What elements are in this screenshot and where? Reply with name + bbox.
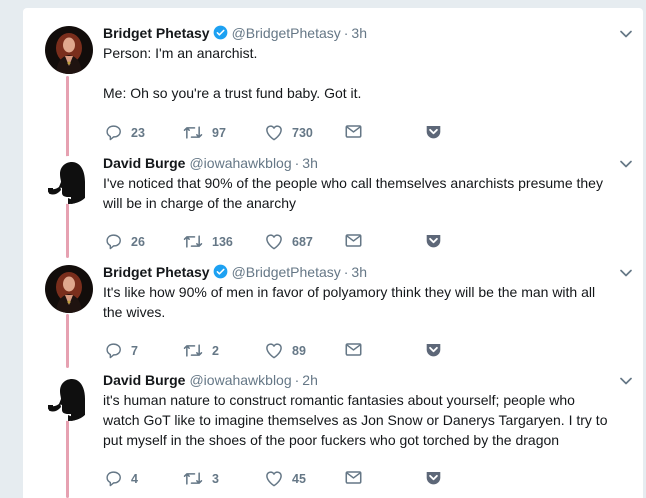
reply-button[interactable]: 7	[105, 342, 138, 359]
reply-count: 23	[131, 125, 145, 140]
author-name[interactable]: David Burge	[103, 372, 185, 388]
tweet-header: Bridget Phetasy @BridgetPhetasy · 3h	[103, 262, 367, 284]
tweet-text: it's human nature to construct romantic …	[103, 392, 608, 448]
reply-icon	[105, 233, 122, 250]
avatar[interactable]	[45, 373, 93, 421]
retweet-button[interactable]: 3	[183, 470, 219, 487]
timestamp[interactable]: 3h	[302, 155, 318, 171]
like-count: 687	[292, 234, 313, 249]
like-icon	[265, 470, 283, 487]
avatar[interactable]	[45, 156, 93, 204]
avatar[interactable]	[45, 26, 93, 74]
like-button[interactable]: 730	[265, 124, 313, 141]
author-name[interactable]: David Burge	[103, 155, 185, 171]
tweet-text: I've noticed that 90% of the people who …	[103, 175, 603, 211]
retweet-icon	[183, 342, 203, 359]
retweet-icon	[183, 470, 203, 487]
retweet-count: 2	[212, 343, 219, 358]
timestamp[interactable]: 3h	[351, 25, 367, 41]
author-handle[interactable]: @iowahawkblog	[189, 155, 291, 171]
reply-count: 4	[131, 471, 138, 486]
tweet-thread-card: Bridget Phetasy @BridgetPhetasy · 3h Person…	[23, 8, 643, 498]
tweet-text: Person: I'm an anarchist. Me: Oh so you'…	[103, 45, 362, 101]
like-icon	[265, 233, 283, 250]
retweet-button[interactable]: 97	[183, 124, 226, 141]
like-button[interactable]: 89	[265, 342, 306, 359]
like-icon	[265, 342, 283, 359]
thread-connector	[66, 314, 69, 368]
avatar[interactable]	[45, 265, 93, 313]
thread-connector	[66, 196, 69, 258]
timestamp[interactable]: 3h	[351, 264, 367, 280]
retweet-button[interactable]: 2	[183, 342, 219, 359]
pocket-icon[interactable]	[425, 233, 442, 249]
verified-badge-icon	[213, 264, 228, 284]
retweet-count: 3	[212, 471, 219, 486]
author-handle[interactable]: @iowahawkblog	[189, 372, 291, 388]
retweet-button[interactable]: 136	[183, 233, 233, 250]
like-button[interactable]: 45	[265, 470, 306, 487]
thread-connector	[66, 76, 69, 161]
reply-count: 7	[131, 343, 138, 358]
reply-icon	[105, 342, 122, 359]
message-icon[interactable]	[345, 470, 362, 485]
retweet-count: 136	[212, 234, 233, 249]
author-name[interactable]: Bridget Phetasy	[103, 25, 210, 41]
like-count: 730	[292, 125, 313, 140]
verified-badge-icon	[213, 25, 228, 45]
retweet-icon	[183, 124, 203, 141]
message-icon[interactable]	[345, 233, 362, 248]
like-icon	[265, 124, 283, 141]
like-count: 89	[292, 343, 306, 358]
message-icon[interactable]	[345, 342, 362, 357]
retweet-count: 97	[212, 125, 226, 140]
timestamp[interactable]: 2h	[302, 372, 318, 388]
thread-connector	[66, 420, 69, 498]
retweet-icon	[183, 233, 203, 250]
reply-icon	[105, 470, 122, 487]
author-name[interactable]: Bridget Phetasy	[103, 264, 210, 280]
tweet-header: David Burge @iowahawkblog · 3h	[103, 155, 318, 171]
reply-icon	[105, 124, 122, 141]
pocket-icon[interactable]	[425, 124, 442, 140]
reply-button[interactable]: 4	[105, 470, 138, 487]
message-icon[interactable]	[345, 124, 362, 139]
tweet-header: Bridget Phetasy @BridgetPhetasy · 3h	[103, 23, 367, 45]
like-count: 45	[292, 471, 306, 486]
pocket-icon[interactable]	[425, 342, 442, 358]
tweet-header: David Burge @iowahawkblog · 2h	[103, 372, 318, 388]
like-button[interactable]: 687	[265, 233, 313, 250]
reply-button[interactable]: 26	[105, 233, 145, 250]
reply-count: 26	[131, 234, 145, 249]
reply-button[interactable]: 23	[105, 124, 145, 141]
author-handle[interactable]: @BridgetPhetasy	[232, 264, 341, 280]
pocket-icon[interactable]	[425, 470, 442, 486]
tweet-text: It's like how 90% of men in favor of pol…	[103, 284, 596, 320]
author-handle[interactable]: @BridgetPhetasy	[232, 25, 341, 41]
